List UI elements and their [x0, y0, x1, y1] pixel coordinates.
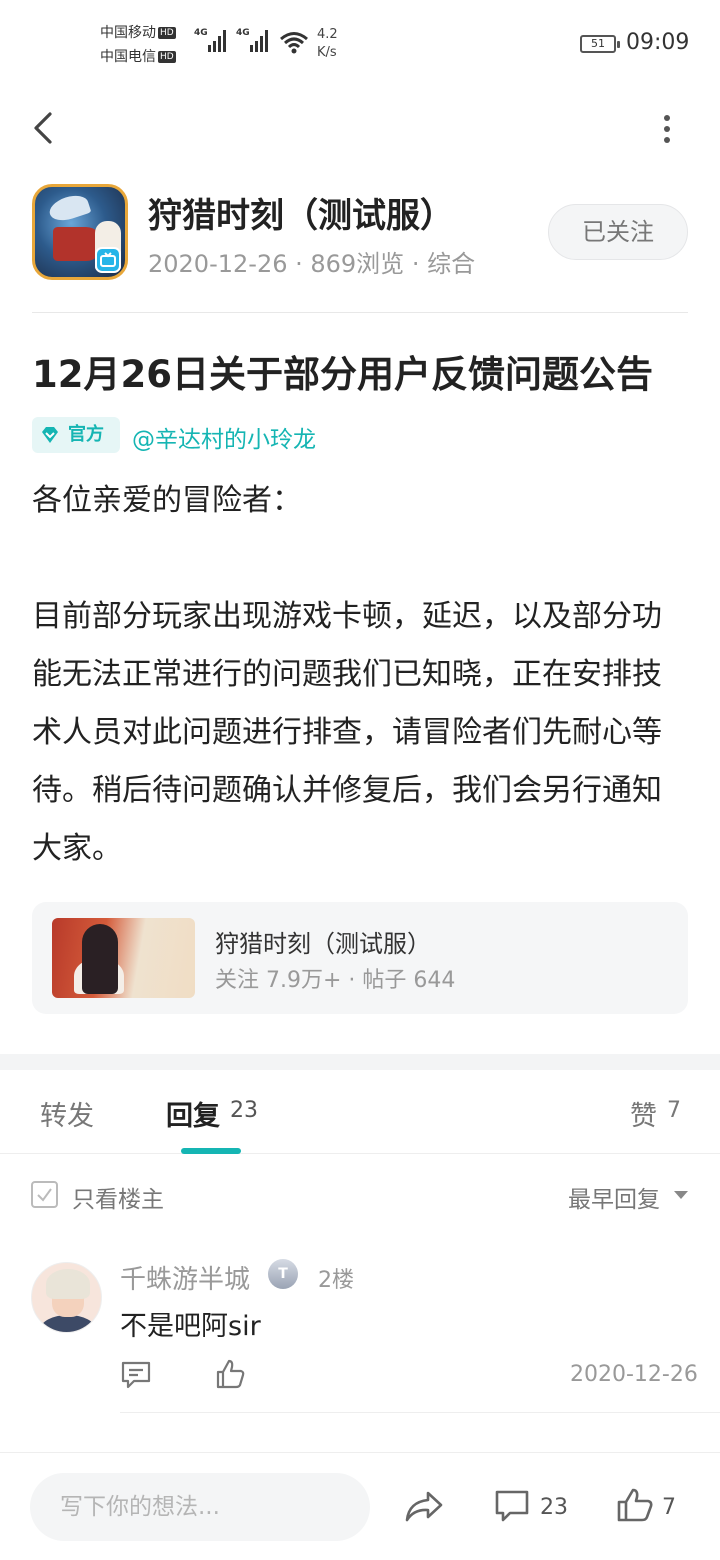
- comment-input[interactable]: [30, 1473, 370, 1541]
- game-card-title: 狩猎时刻（测试服）: [215, 930, 431, 958]
- comment-icon[interactable]: [494, 1489, 530, 1523]
- comment-username[interactable]: 千蛛游半城: [120, 1259, 250, 1296]
- sort-dropdown[interactable]: 最早回复: [568, 1180, 660, 1214]
- status-bar: 中国移动 HD 中国电信 HD 4G 4G 4.2 K/s 51 09:09: [100, 25, 690, 65]
- post-title: 12月26日关于部分用户反馈问题公告: [32, 353, 653, 396]
- game-meta: 2020-12-26 · 869浏览 · 综合: [148, 250, 476, 278]
- bottom-action-bar: 23 7: [0, 1452, 720, 1560]
- tv-badge-icon: [95, 247, 121, 273]
- carrier-2: 中国电信 HD: [100, 49, 176, 65]
- tab-bar: 转发 回复 23 赞 7: [0, 1070, 720, 1154]
- wifi-icon: [280, 32, 308, 54]
- level-badge-icon: T: [268, 1259, 298, 1289]
- only-op-label[interactable]: 只看楼主: [72, 1180, 164, 1214]
- mention-link[interactable]: @辛达村的小玲龙: [132, 420, 316, 454]
- tab-reply[interactable]: 回复: [166, 1094, 220, 1133]
- vertical-dots-icon[interactable]: [655, 112, 679, 146]
- game-card[interactable]: 狩猎时刻（测试服） 关注 7.9万+ · 帖子 644: [32, 902, 688, 1014]
- active-tab-indicator: [181, 1148, 241, 1154]
- tab-like-count: 7: [667, 1098, 681, 1123]
- comment-floor: 2楼: [318, 1268, 354, 1293]
- like-count: 7: [662, 1495, 676, 1520]
- carrier-1: 中国移动 HD: [100, 25, 176, 41]
- official-badge: 官方: [32, 417, 120, 453]
- follow-button[interactable]: 已关注: [548, 204, 688, 260]
- clock: 09:09: [626, 30, 690, 55]
- comment-date: 2020-12-26: [570, 1362, 698, 1387]
- game-card-stats: 关注 7.9万+ · 帖子 644: [215, 968, 456, 993]
- thumbs-up-icon[interactable]: [214, 1358, 246, 1390]
- share-icon[interactable]: [404, 1489, 444, 1523]
- post-body: 各位亲爱的冒险者： 目前部分玩家出现游戏卡顿，延迟，以及部分功能无法正常进行的问…: [32, 483, 662, 866]
- divider: [32, 312, 688, 313]
- only-op-checkbox[interactable]: [31, 1181, 58, 1208]
- battery-icon: 51: [580, 35, 620, 53]
- tab-repost[interactable]: 转发: [40, 1094, 94, 1133]
- comment-count: 23: [540, 1495, 568, 1520]
- section-separator: [0, 1054, 720, 1070]
- game-banner-image: [52, 918, 195, 998]
- tab-reply-count: 23: [230, 1098, 258, 1123]
- network-speed: 4.2 K/s: [317, 27, 338, 60]
- game-icon[interactable]: [32, 184, 128, 280]
- game-title[interactable]: 狩猎时刻（测试服）: [148, 188, 454, 237]
- tab-like[interactable]: 赞: [630, 1094, 657, 1133]
- thumbs-up-icon[interactable]: [616, 1487, 654, 1523]
- reply-icon[interactable]: [120, 1360, 152, 1390]
- avatar[interactable]: [31, 1262, 102, 1333]
- caret-down-icon[interactable]: [674, 1191, 688, 1199]
- chevron-left-icon[interactable]: [28, 108, 60, 148]
- diamond-icon: [42, 427, 58, 443]
- divider: [120, 1412, 720, 1413]
- comment-text: 不是吧阿sir: [120, 1311, 261, 1342]
